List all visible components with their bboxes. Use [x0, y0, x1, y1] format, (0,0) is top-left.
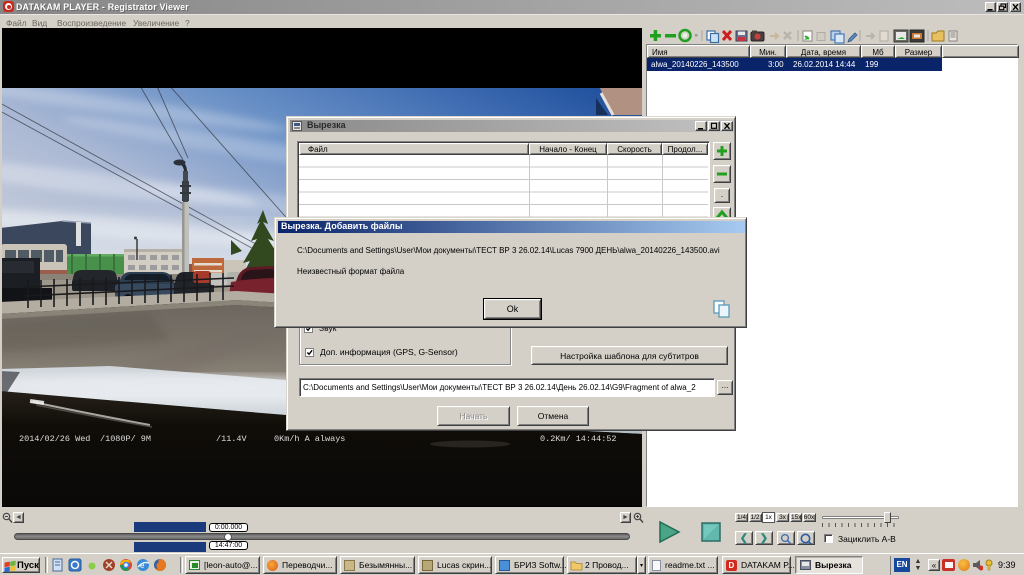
svg-text:e: e — [140, 561, 145, 570]
